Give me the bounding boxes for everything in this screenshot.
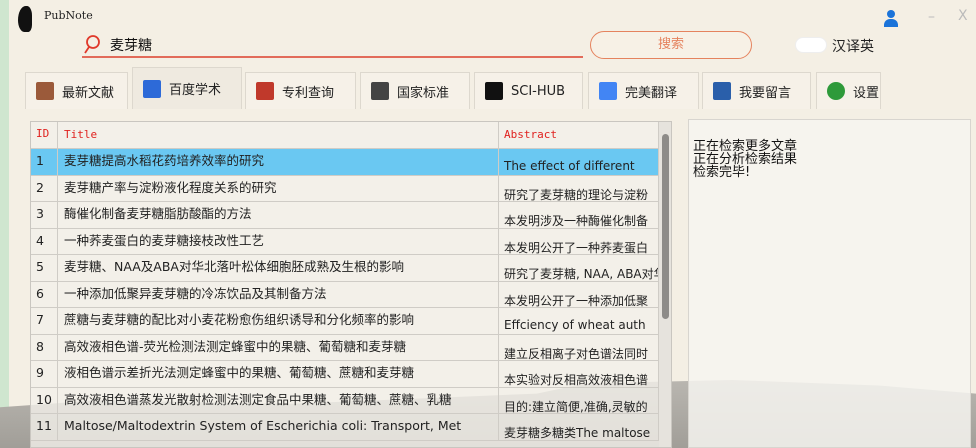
cell-id: 11 [31, 414, 58, 440]
user-icon[interactable] [884, 10, 898, 28]
tab-label: 设置 [853, 85, 880, 101]
table-row[interactable]: 3 酶催化制备麦芽糖脂肪酸酯的方法 本发明涉及一种酶催化制备 [31, 202, 659, 229]
tab-label: 我要留言 [739, 85, 792, 101]
cell-abstract: 本发明公开了一种添加低聚 [499, 281, 659, 307]
cell-title: 高效液相色谱-荧光检测法测定蜂蜜中的果糖、葡萄糖和麦芽糖 [58, 334, 499, 360]
cell-id: 2 [31, 175, 58, 201]
cell-abstract: 目的:建立简便,准确,灵敏的 [499, 387, 659, 413]
tab-5[interactable]: 完美翻译 [588, 72, 699, 109]
minimize-button[interactable]: – [928, 9, 935, 25]
results-table: ID Title Abstract 1 麦芽糖提高水稻花药培养效率的研究 The e… [30, 121, 672, 448]
tab-2[interactable]: 专利查询 [245, 72, 356, 109]
cell-title: 一种添加低聚异麦芽糖的冷冻饮品及其制备方法 [58, 281, 499, 307]
translate-toggle-label: 汉译英 [832, 39, 874, 55]
cell-id: 6 [31, 281, 58, 307]
log-line: 检索完毕! [693, 165, 751, 180]
search-button[interactable]: 搜索 [590, 31, 752, 59]
patent-icon [256, 82, 274, 100]
cell-title: 麦芽糖产率与淀粉液化程度关系的研究 [58, 175, 499, 201]
cell-title: 液相色谱示差折光法测定蜂蜜中的果糖、葡萄糖、蔗糖和麦芽糖 [58, 361, 499, 387]
search-input[interactable]: 麦芽糖 [110, 35, 152, 55]
cell-title: 一种荞麦蛋白的麦芽糖接枝改性工艺 [58, 228, 499, 254]
tab-label: 专利查询 [282, 85, 335, 101]
cell-id: 8 [31, 334, 58, 360]
table-row[interactable]: 10 高效液相色谱蒸发光散射检测法测定食品中果糖、葡萄糖、蔗糖、乳糖 目的:建立简便… [31, 387, 659, 414]
table-row[interactable]: 8 高效液相色谱-荧光检测法测定蜂蜜中的果糖、葡萄糖和麦芽糖 建立反相离子对色谱法同… [31, 334, 659, 361]
cell-title: 酶催化制备麦芽糖脂肪酸酯的方法 [58, 202, 499, 228]
table-row[interactable]: 7 蔗糖与麦芽糖的配比对小麦花粉愈伤组织诱导和分化频率的影响 Effciency o… [31, 308, 659, 335]
table-row[interactable]: 9 液相色谱示差折光法测定蜂蜜中的果糖、葡萄糖、蔗糖和麦芽糖 本实验对反相高效液相色… [31, 361, 659, 388]
literature-icon [36, 82, 54, 100]
cell-id: 4 [31, 228, 58, 254]
table-header: ID Title Abstract [31, 122, 659, 149]
gb-standard-icon [371, 82, 389, 100]
cell-abstract: Effciency of wheat auth [499, 308, 659, 334]
table-row[interactable]: 4 一种荞麦蛋白的麦芽糖接枝改性工艺 本发明公开了一种荞麦蛋白 [31, 228, 659, 255]
cell-id: 10 [31, 387, 58, 413]
cell-id: 1 [31, 149, 58, 175]
cell-title: 麦芽糖提高水稻花药培养效率的研究 [58, 149, 499, 175]
tab-label: 国家标准 [397, 85, 450, 101]
tab-label: SCI-HUB [511, 83, 566, 99]
cell-title: 高效液相色谱蒸发光散射检测法测定食品中果糖、葡萄糖、蔗糖、乳糖 [58, 387, 499, 413]
cell-abstract: 建立反相离子对色谱法同时 [499, 334, 659, 360]
table-row[interactable]: 5 麦芽糖、NAA及ABA对华北落叶松体细胞胚成熟及生根的影响 研究了麦芽糖, NA… [31, 255, 659, 282]
tab-label: 百度学术 [169, 83, 222, 98]
search-underline [82, 56, 583, 58]
search-icon [84, 35, 100, 54]
message-icon [713, 82, 731, 100]
cell-abstract: 本发明涉及一种酶催化制备 [499, 202, 659, 228]
table-scrollbar[interactable] [659, 122, 671, 447]
gear-icon [827, 82, 845, 100]
cell-abstract: 研究了麦芽糖, NAA, ABA对华 [499, 255, 659, 281]
tab-7[interactable]: 设置 [816, 72, 881, 109]
cell-id: 3 [31, 202, 58, 228]
status-log: 正在检索更多文章 正在分析检索结果 检索完毕! [688, 119, 971, 448]
header-id[interactable]: ID [31, 122, 58, 148]
cell-title: 蔗糖与麦芽糖的配比对小麦花粉愈伤组织诱导和分化频率的影响 [58, 308, 499, 334]
header-abstract[interactable]: Abstract [499, 122, 659, 148]
table-row[interactable]: 6 一种添加低聚异麦芽糖的冷冻饮品及其制备方法 本发明公开了一种添加低聚 [31, 281, 659, 308]
cell-title: Maltose/Maltodextrin System of Escherich… [58, 414, 499, 440]
cell-id: 7 [31, 308, 58, 334]
cell-abstract: 研究了麦芽糖的理论与淀粉 [499, 175, 659, 201]
baidu-paw-icon [143, 79, 161, 98]
translate-toggle[interactable] [795, 37, 827, 53]
sci-hub-raven-icon [485, 82, 503, 100]
scrollbar-thumb[interactable] [662, 134, 669, 319]
tab-4[interactable]: SCI-HUB [474, 72, 583, 109]
cell-abstract: 本发明公开了一种荞麦蛋白 [499, 228, 659, 254]
table-row[interactable]: 11 Maltose/Maltodextrin System of Escheri… [31, 414, 659, 441]
table-row[interactable]: 2 麦芽糖产率与淀粉液化程度关系的研究 研究了麦芽糖的理论与淀粉 [31, 175, 659, 202]
tab-0[interactable]: 最新文献 [25, 72, 128, 109]
window-edge [0, 0, 9, 448]
tab-6[interactable]: 我要留言 [702, 72, 811, 109]
tab-3[interactable]: 国家标准 [360, 72, 470, 109]
app-title: PubNote [44, 9, 93, 22]
tab-label: 最新文献 [62, 85, 115, 101]
google-translate-icon [599, 82, 617, 100]
cell-abstract: 麦芽糖多糖类The maltose [499, 414, 659, 440]
close-button[interactable]: X [958, 8, 968, 24]
cell-abstract: 本实验对反相高效液相色谱 [499, 361, 659, 387]
raven-logo-icon [18, 6, 32, 32]
tab-label: 完美翻译 [625, 85, 678, 101]
cell-abstract: The effect of different [499, 149, 659, 175]
header-title[interactable]: Title [58, 122, 499, 148]
cell-id: 5 [31, 255, 58, 281]
tab-1[interactable]: 百度学术 [132, 67, 242, 109]
cell-id: 9 [31, 361, 58, 387]
table-row[interactable]: 1 麦芽糖提高水稻花药培养效率的研究 The effect of different [31, 149, 659, 176]
cell-title: 麦芽糖、NAA及ABA对华北落叶松体细胞胚成熟及生根的影响 [58, 255, 499, 281]
